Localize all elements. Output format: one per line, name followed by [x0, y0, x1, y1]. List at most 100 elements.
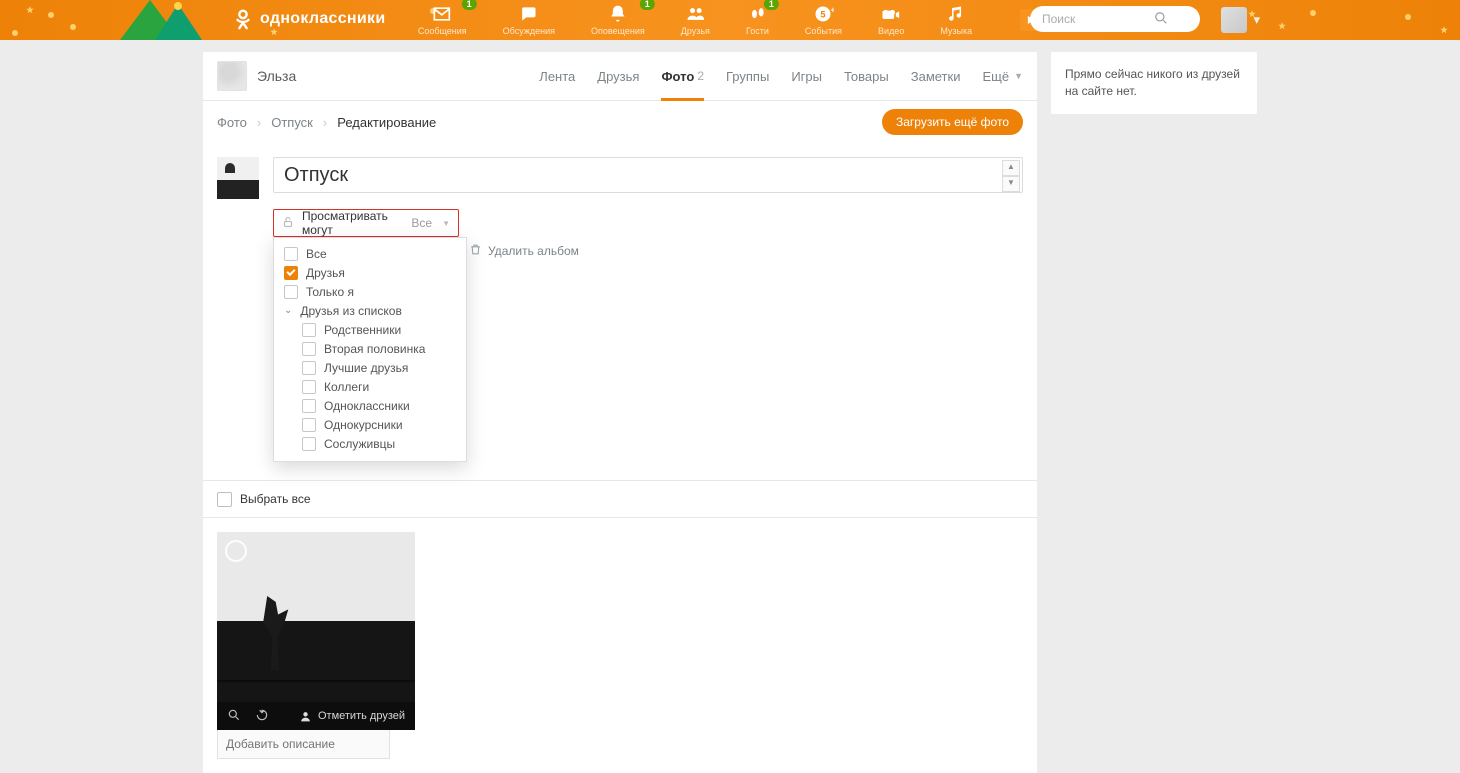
top-nav: 1 Сообщения Обсуждения 1 Оповещения Друз… — [418, 0, 1042, 40]
privacy-group-header[interactable]: ⌄ Друзья из списков — [274, 301, 466, 320]
privacy-label: Просматривать могут — [302, 209, 403, 237]
checkbox-icon[interactable] — [302, 361, 316, 375]
privacy-option-all[interactable]: Все — [274, 244, 466, 263]
checkbox-icon[interactable] — [284, 266, 298, 280]
profile-tabs: Лента Друзья Фото 2 Группы Игры Товары З… — [539, 52, 1023, 100]
privacy-option-comrades[interactable]: Сослуживцы — [274, 434, 466, 453]
nav-events[interactable]: 5+ События — [805, 0, 842, 36]
checkbox-icon[interactable] — [302, 437, 316, 451]
privacy-option-only-me[interactable]: Только я — [274, 282, 466, 301]
privacy-option-friends[interactable]: Друзья — [274, 263, 466, 282]
profile-name[interactable]: Эльза — [257, 68, 296, 84]
tab-more-label: Ещё — [982, 69, 1009, 84]
nav-label: Обсуждения — [503, 26, 555, 36]
album-title-box: ▲ ▼ — [273, 157, 1023, 193]
tag-friends-button[interactable]: Отметить друзей — [299, 710, 405, 723]
crumb-album[interactable]: Отпуск — [271, 115, 313, 130]
delete-album-link[interactable]: Удалить альбом — [469, 243, 579, 259]
album-title-input[interactable] — [273, 157, 1023, 193]
badge: 1 — [640, 0, 655, 10]
option-label: Вторая половинка — [324, 342, 425, 356]
chevron-right-icon: › — [323, 115, 327, 130]
privacy-selector[interactable]: Просматривать могут Все ▼ — [273, 209, 459, 237]
tag-friends-label: Отметить друзей — [318, 710, 405, 722]
privacy-option-colleagues[interactable]: Коллеги — [274, 377, 466, 396]
photo-caption-input[interactable] — [217, 730, 390, 759]
checkbox-icon[interactable] — [284, 247, 298, 261]
option-label: Коллеги — [324, 380, 369, 394]
privacy-option-partner[interactable]: Вторая половинка — [274, 339, 466, 358]
checkbox-icon[interactable] — [217, 492, 232, 507]
nav-messages[interactable]: 1 Сообщения — [418, 0, 467, 36]
five-plus-icon: 5+ — [812, 3, 834, 25]
option-label: Сослуживцы — [324, 437, 395, 451]
option-label: Лучшие друзья — [324, 361, 408, 375]
stepper-up-icon[interactable]: ▲ — [1002, 160, 1020, 176]
avatar-icon — [1221, 7, 1247, 33]
svg-text:+: + — [830, 4, 833, 14]
checkbox-icon[interactable] — [302, 380, 316, 394]
chevron-down-icon: ⌄ — [284, 305, 292, 316]
user-menu[interactable]: ▾ — [1221, 7, 1260, 33]
badge: 1 — [764, 0, 779, 10]
nav-label: Гости — [746, 26, 769, 36]
party-hat-decor — [120, 0, 230, 40]
checkbox-icon[interactable] — [302, 399, 316, 413]
select-all-label: Выбрать все — [240, 492, 311, 506]
option-label: Однокурсники — [324, 418, 403, 432]
top-bar: одноклассники 1 Сообщения Обсуждения 1 О… — [0, 0, 1460, 40]
tab-market[interactable]: Товары — [844, 52, 889, 100]
photo-card: Отметить друзей — [217, 532, 415, 759]
tab-feed[interactable]: Лента — [539, 52, 575, 100]
privacy-option-relatives[interactable]: Родственники — [274, 320, 466, 339]
nav-label: Друзья — [681, 26, 710, 36]
nav-label: События — [805, 26, 842, 36]
tab-friends[interactable]: Друзья — [597, 52, 639, 100]
select-all-row[interactable]: Выбрать все — [203, 481, 1037, 518]
search-input[interactable] — [1040, 11, 1154, 27]
chevron-down-icon: ▼ — [1014, 71, 1023, 81]
upload-more-button[interactable]: Загрузить ещё фото — [882, 109, 1023, 135]
privacy-option-best[interactable]: Лучшие друзья — [274, 358, 466, 377]
checkbox-icon[interactable] — [302, 418, 316, 432]
tab-more[interactable]: Ещё ▼ — [982, 52, 1023, 100]
title-stepper[interactable]: ▲ ▼ — [1002, 160, 1020, 192]
profile-avatar-icon[interactable] — [217, 61, 247, 91]
nav-friends[interactable]: Друзья — [681, 0, 710, 36]
photo-grid: Отметить друзей — [203, 518, 1037, 773]
select-circle-icon[interactable] — [225, 540, 247, 562]
unlock-icon — [282, 215, 294, 232]
photo-thumb[interactable]: Отметить друзей — [217, 532, 415, 730]
option-label: Одноклассники — [324, 399, 410, 413]
privacy-value[interactable]: Все — [411, 216, 432, 230]
search-icon[interactable] — [1154, 11, 1168, 28]
tab-games[interactable]: Игры — [791, 52, 822, 100]
nav-music[interactable]: Музыка — [940, 0, 972, 36]
logo-text: одноклассники — [260, 10, 385, 28]
stepper-down-icon[interactable]: ▼ — [1002, 176, 1020, 192]
trash-icon — [469, 243, 482, 259]
privacy-option-coursemates[interactable]: Однокурсники — [274, 415, 466, 434]
nav-guests[interactable]: 1 Гости — [746, 0, 769, 36]
zoom-icon[interactable] — [227, 708, 241, 725]
music-note-icon — [945, 3, 967, 25]
envelope-icon — [431, 3, 453, 25]
nav-video[interactable]: Видео — [878, 0, 904, 36]
nav-notifications[interactable]: 1 Оповещения — [591, 0, 645, 36]
option-label: Только я — [306, 285, 354, 299]
checkbox-icon[interactable] — [302, 342, 316, 356]
checkbox-icon[interactable] — [302, 323, 316, 337]
nav-discussions[interactable]: Обсуждения — [503, 0, 555, 36]
search-box[interactable] — [1030, 6, 1200, 32]
tab-groups[interactable]: Группы — [726, 52, 769, 100]
crumb-root[interactable]: Фото — [217, 115, 247, 130]
tab-photos[interactable]: Фото 2 — [661, 52, 704, 100]
tab-notes[interactable]: Заметки — [911, 52, 961, 100]
site-logo[interactable]: одноклассники — [232, 8, 385, 30]
privacy-box: Просматривать могут Все ▼ Все Друзья — [273, 209, 653, 462]
option-label: Все — [306, 247, 327, 261]
checkbox-icon[interactable] — [284, 285, 298, 299]
chat-icon — [518, 3, 540, 25]
privacy-option-classmates[interactable]: Одноклассники — [274, 396, 466, 415]
rotate-icon[interactable] — [255, 708, 269, 725]
